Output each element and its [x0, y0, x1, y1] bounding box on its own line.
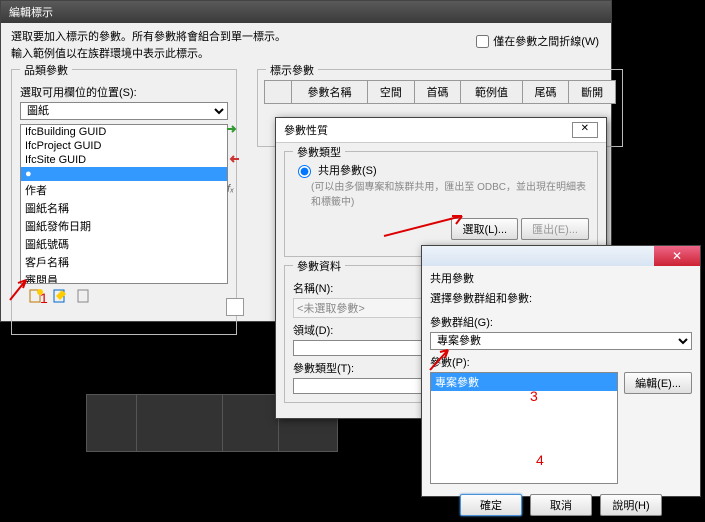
param-type-group: 參數類型	[293, 144, 345, 160]
annotation-1: 1	[40, 290, 48, 306]
label-params-title: 標示參數	[266, 62, 318, 78]
remove-arrow-icon[interactable]	[225, 151, 241, 167]
available-fields-list[interactable]: IfcBuilding GUID IfcProject GUID IfcSite…	[20, 124, 228, 284]
title-bar: 編輯標示	[1, 1, 611, 23]
shared-title: 共用參數	[422, 266, 700, 290]
shared-help-button[interactable]: 說明(H)	[600, 494, 662, 516]
shared-note: (可以由多個專案和族群共用，匯出至 ODBC，並出現在明細表和標籤中)	[293, 178, 589, 208]
props-title: 參數性質	[284, 122, 328, 138]
select-button[interactable]: 選取(L)...	[451, 218, 518, 240]
edit-button[interactable]: 編輯(E)...	[624, 372, 692, 394]
edit-param-icon[interactable]	[52, 288, 68, 304]
shared-param-radio[interactable]: 共用參數(S)	[293, 162, 589, 178]
param-group-label: 參數群組(G):	[430, 314, 692, 330]
param-group-select[interactable]: 專案參數	[430, 332, 692, 350]
param-listbox[interactable]: 專案參數	[430, 372, 618, 484]
field-source-label: 選取可用欄位的位置(S):	[20, 84, 228, 100]
annotation-4: 4	[536, 452, 544, 468]
label-params-table: 參數名稱 空間 首碼 範例值 尾碼 斷開	[264, 80, 616, 104]
shared-ok-button[interactable]: 確定	[460, 494, 522, 516]
param-data-group: 參數資料	[293, 258, 345, 274]
props-close-icon[interactable]: ✕	[572, 122, 598, 138]
export-button[interactable]: 匯出(E)...	[521, 218, 589, 240]
shared-instr: 選擇參數群組和參數:	[422, 290, 700, 306]
move-up-icon[interactable]	[226, 298, 244, 316]
annotation-3: 3	[530, 388, 538, 404]
category-group-title: 品類參數	[20, 62, 72, 78]
fx-icon[interactable]: fₓ	[225, 181, 241, 197]
shared-cancel-button[interactable]: 取消	[530, 494, 592, 516]
add-arrow-icon[interactable]	[225, 121, 241, 137]
wrap-checkbox[interactable]: 僅在參數之間折線(W)	[476, 33, 599, 49]
shared-params-dialog: ✕ 共用參數 選擇參數群組和參數: 參數群組(G): 專案參數 參數(P): 專…	[421, 245, 701, 497]
field-source-select[interactable]: 圖紙	[20, 102, 228, 120]
param-list-label: 參數(P):	[430, 354, 692, 370]
close-button[interactable]: ✕	[654, 246, 700, 266]
add-param-icon[interactable]	[76, 288, 92, 304]
